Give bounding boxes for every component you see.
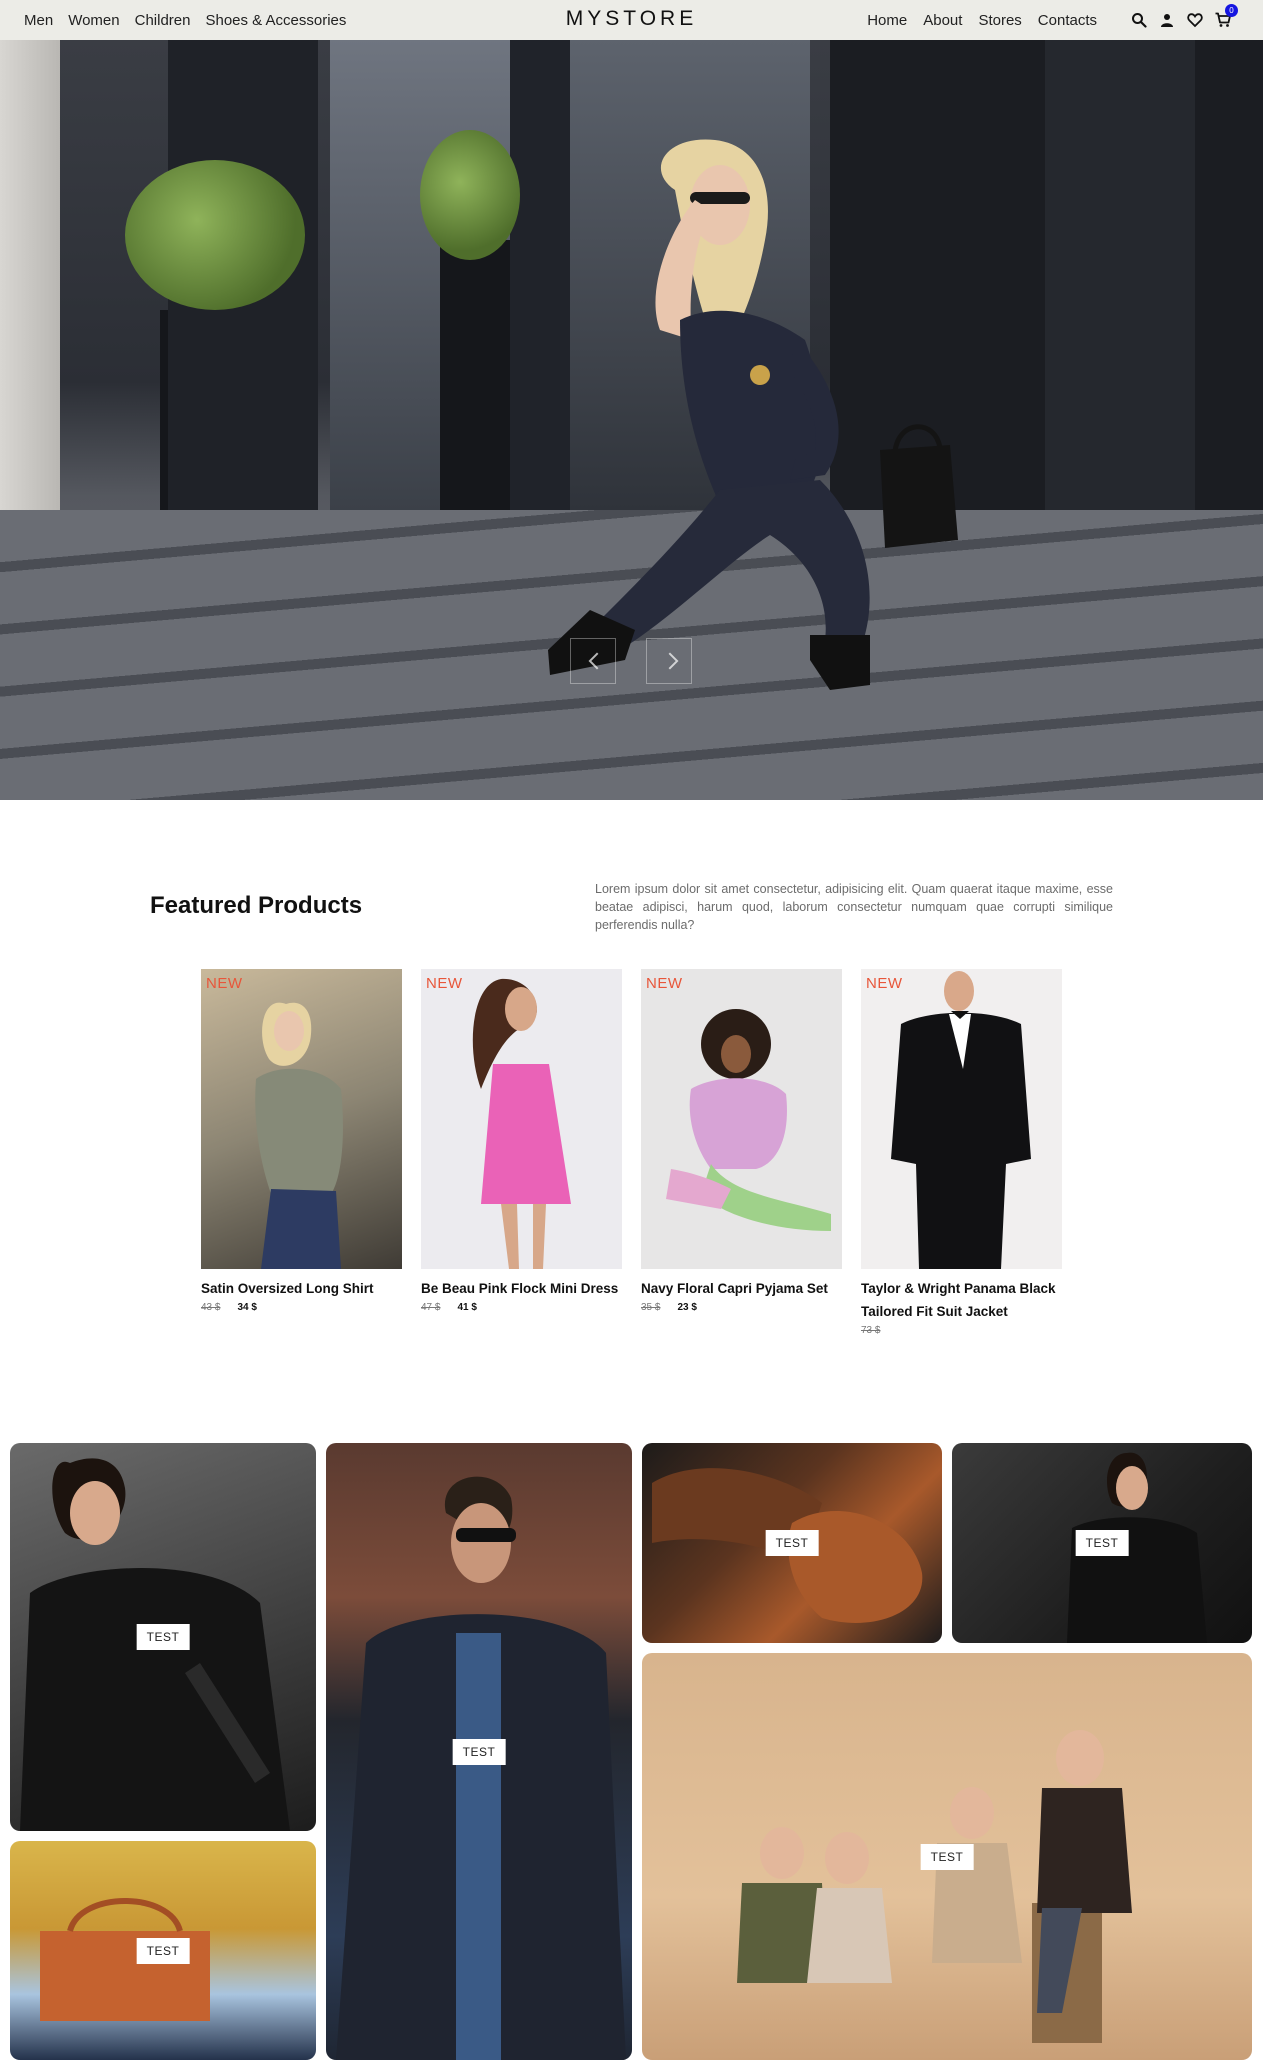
gallery-tile-label: TEST <box>920 1843 974 1870</box>
price-row: 35 $ 23 $ <box>641 1302 842 1313</box>
user-icon[interactable] <box>1159 12 1175 28</box>
hero-banner <box>0 40 1263 800</box>
nav-icons: 0 <box>1131 0 1238 40</box>
nav-link-stores[interactable]: Stores <box>978 12 1021 29</box>
gallery-tile-label: TEST <box>765 1530 819 1556</box>
hero-bg-plant <box>125 160 305 310</box>
product-old-price: 35 $ <box>641 1302 661 1313</box>
product-image[interactable]: NEW <box>641 969 842 1269</box>
gallery-tile[interactable]: TEST <box>10 1841 316 2060</box>
new-tag: NEW <box>206 975 243 992</box>
product-grid: NEW Satin Oversized Long Shirt 43 $ 34 $… <box>201 969 1062 1336</box>
product-name[interactable]: Taylor & Wright Panama Black Tailored Fi… <box>861 1277 1062 1323</box>
price-row: 73 $ <box>861 1325 1062 1336</box>
gallery-tile-label: TEST <box>1075 1530 1129 1556</box>
nav-link-contacts[interactable]: Contacts <box>1038 12 1097 29</box>
gallery-tile[interactable]: TEST <box>10 1443 316 1831</box>
gallery-tile[interactable]: TEST <box>952 1443 1252 1643</box>
cart-count-badge: 0 <box>1225 4 1238 17</box>
nav-link-children[interactable]: Children <box>135 12 191 29</box>
nav-link-about[interactable]: About <box>923 12 962 29</box>
product-old-price: 47 $ <box>421 1302 441 1313</box>
product-image[interactable]: NEW <box>201 969 402 1269</box>
gallery-tile-label: TEST <box>136 1937 190 1964</box>
search-icon[interactable] <box>1131 12 1147 28</box>
price-row: 47 $ 41 $ <box>421 1302 622 1313</box>
product-card[interactable]: NEW Satin Oversized Long Shirt 43 $ 34 $ <box>201 969 402 1336</box>
product-old-price: 43 $ <box>201 1302 221 1313</box>
gallery-tile[interactable]: TEST <box>642 1653 1252 2060</box>
nav-link-home[interactable]: Home <box>867 12 907 29</box>
nav-link-women[interactable]: Women <box>68 12 119 29</box>
product-image[interactable]: NEW <box>421 969 622 1269</box>
hero-bg-wall <box>0 40 60 540</box>
product-name[interactable]: Satin Oversized Long Shirt <box>201 1277 402 1300</box>
nav-link-men[interactable]: Men <box>24 12 53 29</box>
product-new-price: 41 $ <box>457 1302 477 1313</box>
product-card[interactable]: NEW Navy Floral Capri Pyjama Set 35 $ 23… <box>641 969 842 1336</box>
cart-icon[interactable]: 0 <box>1215 4 1238 28</box>
new-tag: NEW <box>646 975 683 992</box>
new-tag: NEW <box>866 975 903 992</box>
featured-description: Lorem ipsum dolor sit amet consectetur, … <box>595 882 1113 932</box>
product-image[interactable]: NEW <box>861 969 1062 1269</box>
category-nav: Men Women Children Shoes & Accessories <box>24 0 346 40</box>
nav-link-shoes-accessories[interactable]: Shoes & Accessories <box>205 12 346 29</box>
featured-title: Featured Products <box>150 892 363 919</box>
top-navbar: Men Women Children Shoes & Accessories M… <box>0 0 1263 40</box>
product-old-price: 73 $ <box>861 1325 881 1336</box>
price-row: 43 $ 34 $ <box>201 1302 402 1313</box>
gallery-tile-label: TEST <box>136 1624 190 1650</box>
new-tag: NEW <box>426 975 463 992</box>
gallery-tile[interactable]: TEST <box>642 1443 942 1643</box>
hero-model-image <box>548 139 958 690</box>
hero-prev-button[interactable] <box>570 638 616 684</box>
product-new-price: 23 $ <box>677 1302 697 1313</box>
brand-logo[interactable]: MYSTORE <box>566 7 697 30</box>
hero-next-button[interactable] <box>646 638 692 684</box>
product-new-price: 34 $ <box>237 1302 257 1313</box>
gallery-tile-label: TEST <box>452 1738 506 1765</box>
hero-bg-door-panel <box>1045 40 1195 510</box>
gallery-tile[interactable]: TEST <box>326 1443 632 2060</box>
product-name[interactable]: Be Beau Pink Flock Mini Dress <box>421 1277 622 1300</box>
product-name[interactable]: Navy Floral Capri Pyjama Set <box>641 1277 842 1300</box>
page-nav: Home About Stores Contacts <box>867 0 1097 40</box>
product-card[interactable]: NEW Be Beau Pink Flock Mini Dress 47 $ 4… <box>421 969 622 1336</box>
heart-icon[interactable] <box>1187 12 1203 28</box>
product-card[interactable]: NEW Taylor & Wright Panama Black Tailore… <box>861 969 1062 1336</box>
